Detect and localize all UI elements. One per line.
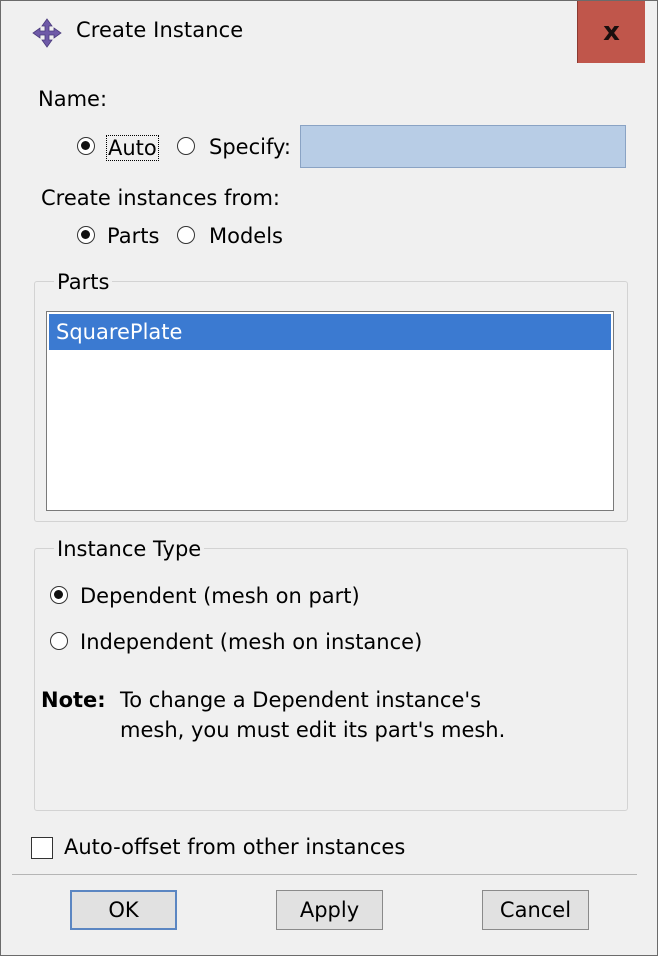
window-title: Create Instance	[76, 18, 244, 42]
specify-name-input[interactable]	[300, 125, 626, 168]
instance-type-title: Instance Type	[54, 537, 205, 561]
parts-radio[interactable]	[77, 226, 95, 244]
note-text-line1: To change a Dependent instance's	[120, 688, 482, 712]
parts-list[interactable]: SquarePlate	[46, 311, 614, 511]
apply-button[interactable]: Apply	[276, 890, 383, 930]
ok-button[interactable]: OK	[70, 890, 177, 930]
independent-radio[interactable]	[50, 632, 68, 650]
models-radio-label[interactable]: Models	[209, 224, 283, 248]
list-item[interactable]: SquarePlate	[49, 314, 611, 350]
button-separator	[12, 874, 637, 875]
note-label: Note:	[41, 688, 106, 712]
auto-offset-checkbox[interactable]	[31, 837, 53, 859]
title-bar: Create Instance x	[1, 1, 657, 64]
create-from-label: Create instances from:	[41, 186, 280, 210]
abaqus-dialog-icon	[32, 18, 62, 48]
independent-radio-label[interactable]: Independent (mesh on instance)	[80, 630, 422, 654]
name-label: Name:	[38, 87, 108, 111]
close-button[interactable]: x	[577, 1, 645, 64]
dependent-radio-label[interactable]: Dependent (mesh on part)	[80, 584, 360, 608]
dialog-body: Name: Auto Specify: Create instances fro…	[2, 63, 655, 955]
close-icon: x	[603, 17, 620, 47]
specify-radio[interactable]	[177, 137, 195, 155]
create-instance-dialog: Create Instance x Name: Auto Specify: Cr…	[0, 0, 658, 956]
specify-radio-label[interactable]: Specify:	[209, 135, 291, 159]
parts-group-title: Parts	[54, 270, 113, 294]
parts-radio-label[interactable]: Parts	[107, 224, 159, 248]
dependent-radio[interactable]	[50, 586, 68, 604]
auto-radio[interactable]	[77, 137, 95, 155]
note-text-line2: mesh, you must edit its part's mesh.	[120, 718, 506, 742]
models-radio[interactable]	[177, 226, 195, 244]
cancel-button[interactable]: Cancel	[482, 890, 589, 930]
auto-offset-label[interactable]: Auto-offset from other instances	[64, 835, 405, 859]
auto-radio-label[interactable]: Auto	[106, 135, 159, 161]
